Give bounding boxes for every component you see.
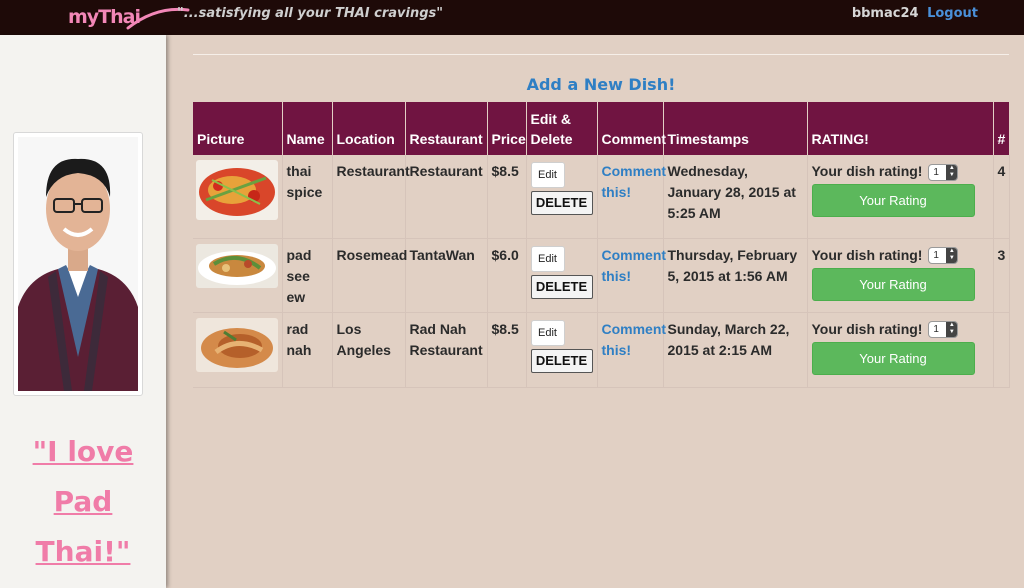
edit-delete-cell: Edit DELETE <box>526 155 598 239</box>
column-header-location: Location <box>332 102 406 155</box>
edit-delete-cell: Edit DELETE <box>526 238 598 313</box>
column-header-picture: Picture <box>193 102 283 155</box>
restaurant-cell: TantaWan <box>405 238 488 313</box>
sidebar: "I love Pad Thai!" <box>0 35 166 588</box>
delete-button[interactable]: DELETE <box>530 348 593 373</box>
select-arrows-icon: ▲ ▼ <box>946 322 958 338</box>
name-cell: rad nah <box>282 312 333 388</box>
location-cell: Los Angeles <box>332 312 406 388</box>
dish-photo <box>196 160 278 220</box>
logo[interactable]: myThai <box>68 6 190 30</box>
tagline: "...satisfying all your THAI cravings" <box>177 6 444 21</box>
profile-photo <box>13 132 143 396</box>
column-header-price: Price <box>487 102 527 155</box>
price-cell: $8.5 <box>487 155 527 239</box>
comment-link[interactable]: Comment this! <box>602 321 667 358</box>
rating-select[interactable]: 1 ▲ ▼ <box>928 321 959 339</box>
comment-link[interactable]: Comment this! <box>602 163 667 200</box>
rating-select[interactable]: 1 ▲ ▼ <box>928 247 959 265</box>
comment-cell: Comment this! <box>597 312 666 388</box>
dish-image <box>196 317 278 372</box>
column-header-edit-delete: Edit & Delete <box>526 102 598 155</box>
dish-photo <box>196 317 278 372</box>
picture-cell <box>193 155 283 239</box>
select-arrows-icon: ▲ ▼ <box>946 164 958 180</box>
sidebar-quote[interactable]: "I love Pad Thai!" <box>0 427 166 577</box>
add-dish-link[interactable]: Add a New Dish! <box>193 75 1009 94</box>
column-header-name: Name <box>282 102 333 155</box>
picture-cell <box>193 238 283 313</box>
rating-prompt: Your dish rating! <box>811 163 923 179</box>
comment-link[interactable]: Comment this! <box>602 247 667 284</box>
rating-select-value: 1 <box>933 166 939 178</box>
select-arrows-icon: ▲ ▼ <box>946 248 958 264</box>
rating-select-value: 1 <box>933 250 939 262</box>
rating-cell: Your dish rating! 1 ▲ ▼ Your Rating <box>807 238 994 313</box>
edit-delete-cell: Edit DELETE <box>526 312 598 388</box>
name-cell: thai spice <box>282 155 333 239</box>
restaurant-cell: Restaurant <box>405 155 488 239</box>
quote-line: "I love <box>32 435 134 468</box>
column-header-comment: Comment <box>597 102 666 155</box>
logout-link[interactable]: Logout <box>927 6 978 21</box>
comment-cell: Comment this! <box>597 238 666 313</box>
timestamp-cell: Wednesday, January 28, 2015 at 5:25 AM <box>663 155 808 239</box>
table-row: pad see ew Rosemead TantaWan $6.0 Edit D… <box>193 238 1010 313</box>
rating-line: Your dish rating! 1 ▲ ▼ <box>812 245 989 266</box>
user-box: bbmac24 Logout <box>852 6 978 21</box>
count-cell <box>993 312 1010 388</box>
location-cell: Rosemead <box>332 238 407 313</box>
rating-cell: Your dish rating! 1 ▲ ▼ Your Rating <box>807 155 994 239</box>
quote-line: Pad <box>53 485 113 518</box>
column-header-count: # <box>993 102 1010 155</box>
column-header-restaurant: Restaurant <box>405 102 488 155</box>
rating-prompt: Your dish rating! <box>811 320 923 337</box>
picture-cell <box>193 312 283 388</box>
edit-button[interactable]: Edit <box>530 319 565 346</box>
delete-button[interactable]: DELETE <box>530 274 593 299</box>
edit-button[interactable]: Edit <box>530 245 565 272</box>
location-cell: Restaurant <box>332 155 410 239</box>
your-rating-button[interactable]: Your Rating <box>811 267 975 301</box>
profile-person-image <box>18 137 138 391</box>
your-rating-button[interactable]: Your Rating <box>811 184 975 217</box>
rating-prompt: Your dish rating! <box>811 246 923 263</box>
rating-select[interactable]: 1 ▲ ▼ <box>928 163 959 181</box>
price-cell: $6.0 <box>487 238 527 313</box>
price-cell: $8.5 <box>487 312 527 388</box>
table-header-row: Picture Name Location Restaurant Price E… <box>193 102 1010 155</box>
rating-cell: Your dish rating! 1 ▲ ▼ Your Rating <box>807 312 994 388</box>
count-cell: 3 <box>993 238 1010 313</box>
your-rating-button[interactable]: Your Rating <box>811 341 975 375</box>
dishes-table: Picture Name Location Restaurant Price E… <box>193 102 1010 388</box>
top-bar: myThai "...satisfying all your THAI crav… <box>0 0 1024 35</box>
rating-select-value: 1 <box>933 324 939 336</box>
column-header-rating: RATING! <box>807 102 994 155</box>
comment-cell: Comment this! <box>597 155 666 239</box>
restaurant-cell: Rad Nah Restaurant <box>405 312 488 388</box>
timestamp-cell: Thursday, February 5, 2015 at 1:56 AM <box>663 238 808 313</box>
dish-image <box>196 160 278 220</box>
table-row: rad nah Los Angeles Rad Nah Restaurant $… <box>193 312 1010 388</box>
table-row: thai spice Restaurant Restaurant $8.5 Ed… <box>193 155 1010 239</box>
divider <box>193 54 1009 55</box>
dish-photo <box>196 243 278 288</box>
timestamp-cell: Sunday, March 22, 2015 at 2:15 AM <box>663 312 808 388</box>
rating-line: Your dish rating! 1 ▲ ▼ <box>812 161 989 182</box>
quote-line: Thai!" <box>35 535 131 568</box>
username: bbmac24 <box>851 6 919 21</box>
rating-line: Your dish rating! 1 ▲ ▼ <box>812 319 989 340</box>
count-cell: 4 <box>993 155 1010 239</box>
name-cell: pad see ew <box>282 238 333 313</box>
edit-button[interactable]: Edit <box>530 162 565 188</box>
column-header-timestamps: Timestamps <box>663 102 808 155</box>
dish-image <box>196 243 278 288</box>
delete-button[interactable]: DELETE <box>530 191 593 215</box>
